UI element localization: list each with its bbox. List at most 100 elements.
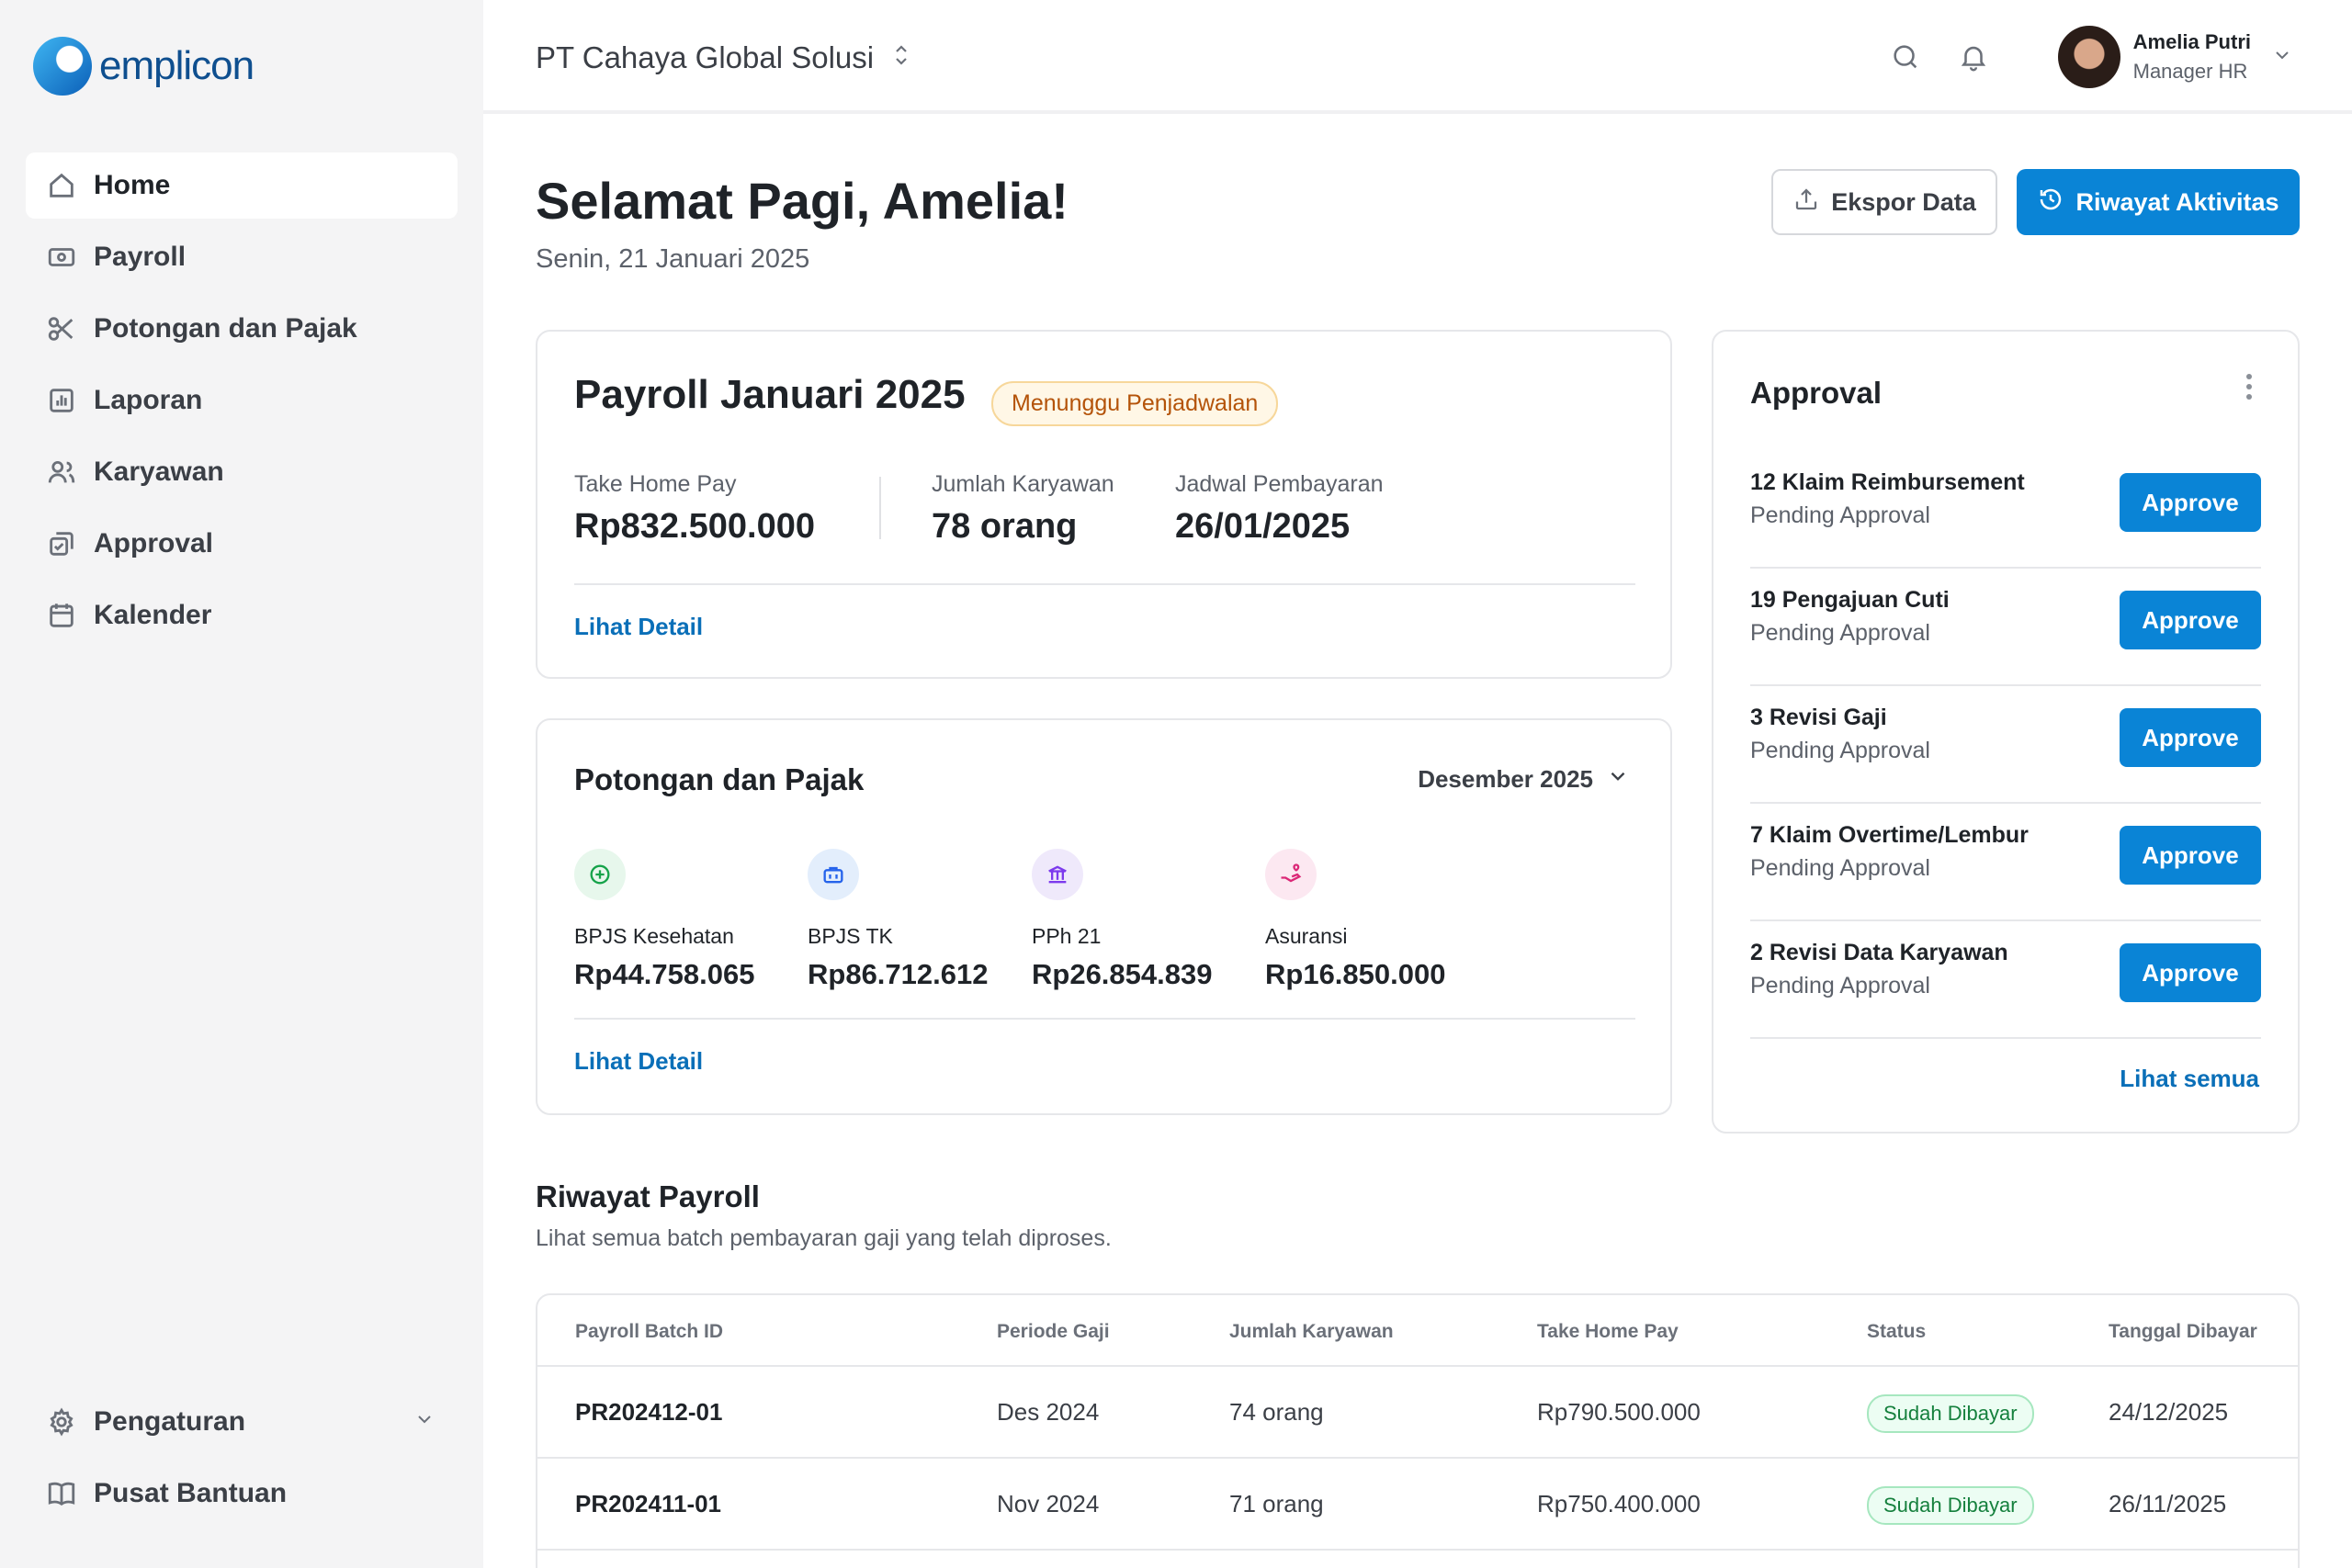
- chevron-down-icon[interactable]: [2271, 44, 2293, 71]
- tax-item-bpjs-kesehatan: BPJS Kesehatan Rp44.758.065: [574, 849, 754, 991]
- approve-button[interactable]: Approve: [2120, 473, 2261, 532]
- cell-batch-id: PR202412-01: [575, 1398, 723, 1426]
- page-title: Selamat Pagi, Amelia!: [536, 172, 1069, 230]
- column-header: Payroll Batch ID: [575, 1321, 724, 1342]
- cell-take-home-pay: Rp790.500.000: [1537, 1398, 1701, 1426]
- sidebar-bottom-nav: Pengaturan Pusat Bantuan: [26, 1389, 458, 1532]
- bell-icon[interactable]: [1953, 37, 1994, 77]
- sidebar-item-payroll[interactable]: Payroll: [26, 224, 458, 290]
- table-row[interactable]: PR202411-01 Nov 2024 71 orang Rp750.400.…: [537, 1457, 2298, 1549]
- approve-button[interactable]: Approve: [2120, 591, 2261, 649]
- card-divider: [574, 1018, 1635, 1020]
- search-icon[interactable]: [1885, 37, 1926, 77]
- approval-item-title: 12 Klaim Reimbursement: [1750, 469, 2025, 495]
- approval-item-status: Pending Approval: [1750, 973, 1930, 998]
- activity-history-label: Riwayat Aktivitas: [2075, 187, 2279, 216]
- stat-value: 26/01/2025: [1175, 507, 1351, 546]
- more-vertical-icon[interactable]: [2245, 372, 2254, 406]
- tax-item-pph-21: PPh 21 Rp26.854.839: [1032, 849, 1212, 991]
- approval-item: 7 Klaim Overtime/Lembur Pending Approval…: [1750, 804, 2261, 921]
- brand-name: emplicon: [99, 43, 254, 88]
- see-all-approvals-link[interactable]: Lihat semua: [2120, 1065, 2259, 1093]
- sidebar: emplicon Home Payroll Potongan dan Pajak…: [0, 0, 483, 1568]
- brand-logo[interactable]: emplicon: [33, 37, 254, 96]
- tax-value: Rp16.850.000: [1265, 958, 1446, 990]
- cell-take-home-pay: Rp750.400.000: [1537, 1490, 1701, 1517]
- stat-jumlah-karyawan: Jumlah Karyawan 78 orang: [932, 471, 1114, 547]
- sidebar-item-label: Home: [94, 170, 171, 200]
- approval-item: 19 Pengajuan Cuti Pending Approval Appro…: [1750, 569, 2261, 686]
- insurance-icon: [1265, 849, 1317, 900]
- scissors-icon: [46, 313, 77, 344]
- sidebar-item-label: Payroll: [94, 242, 187, 272]
- chevron-updown-icon: [874, 40, 912, 75]
- stat-label: Jadwal Pembayaran: [1175, 471, 1384, 497]
- company-name: PT Cahaya Global Solusi: [536, 40, 875, 74]
- book-icon: [46, 1478, 77, 1509]
- cell-paid-date: 24/12/2025: [2109, 1398, 2229, 1426]
- sidebar-item-label: Pusat Bantuan: [94, 1478, 288, 1508]
- tax-value: Rp26.854.839: [1032, 958, 1213, 990]
- approval-item: 3 Revisi Gaji Pending Approval Approve: [1750, 686, 2261, 804]
- sidebar-item-pusat-bantuan[interactable]: Pusat Bantuan: [26, 1461, 458, 1527]
- chevron-down-icon: [413, 1406, 435, 1438]
- sidebar-item-potongan-pajak[interactable]: Potongan dan Pajak: [26, 296, 458, 362]
- sidebar-item-karyawan[interactable]: Karyawan: [26, 439, 458, 505]
- activity-history-button[interactable]: Riwayat Aktivitas: [2017, 169, 2300, 235]
- approval-item-status: Pending Approval: [1750, 855, 1930, 881]
- chevron-down-icon: [1606, 764, 1630, 795]
- user-info[interactable]: Amelia Putri Manager HR: [2133, 30, 2251, 84]
- briefcase-icon: [808, 849, 859, 900]
- sidebar-item-label: Karyawan: [94, 457, 224, 487]
- approve-button[interactable]: Approve: [2120, 708, 2261, 767]
- pajak-detail-link[interactable]: Lihat Detail: [574, 1047, 703, 1076]
- table-row[interactable]: PR202412-01 Des 2024 74 orang Rp790.500.…: [537, 1365, 2298, 1457]
- cell-paid-date: 26/11/2025: [2109, 1490, 2227, 1517]
- column-header: Status: [1867, 1321, 1927, 1342]
- cell-period: Des 2024: [997, 1398, 1100, 1426]
- sidebar-item-kalender[interactable]: Kalender: [26, 582, 458, 649]
- payroll-history-table: Payroll Batch ID Periode Gaji Jumlah Kar…: [536, 1293, 2300, 1568]
- period-select[interactable]: Desember 2025: [1418, 764, 1630, 795]
- column-header: Jumlah Karyawan: [1229, 1321, 1394, 1342]
- sidebar-item-label: Kalender: [94, 600, 212, 630]
- sidebar-item-pengaturan[interactable]: Pengaturan: [26, 1389, 458, 1455]
- payroll-detail-link[interactable]: Lihat Detail: [574, 613, 703, 641]
- payroll-card: Payroll Januari 2025 Menunggu Penjadwala…: [536, 330, 1672, 679]
- column-header: Tanggal Dibayar: [2109, 1321, 2257, 1342]
- avatar[interactable]: [2057, 26, 2120, 88]
- approval-item-title: 7 Klaim Overtime/Lembur: [1750, 822, 2029, 848]
- user-role: Manager HR: [2132, 60, 2248, 83]
- current-date: Senin, 21 Januari 2025: [536, 244, 810, 274]
- approve-button[interactable]: Approve: [2120, 826, 2261, 885]
- approval-item-title: 19 Pengajuan Cuti: [1750, 587, 1950, 613]
- history-title: Riwayat Payroll: [536, 1179, 760, 1213]
- approval-card: Approval 12 Klaim Reimbursement Pending …: [1712, 330, 2300, 1134]
- stat-value: 78 orang: [932, 507, 1078, 546]
- topbar: PT Cahaya Global Solusi Amelia Putri Man…: [483, 0, 2352, 114]
- tax-item-asuransi: Asuransi Rp16.850.000: [1265, 849, 1445, 991]
- table-row[interactable]: [537, 1549, 2298, 1568]
- tax-label: PPh 21: [1032, 924, 1102, 948]
- payroll-card-title: Payroll Januari 2025: [574, 372, 966, 417]
- sidebar-item-approval[interactable]: Approval: [26, 511, 458, 577]
- approval-item-status: Pending Approval: [1750, 620, 1930, 646]
- approval-item: 2 Revisi Data Karyawan Pending Approval …: [1750, 921, 2261, 1039]
- export-data-button[interactable]: Ekspor Data: [1771, 169, 1997, 235]
- approve-button[interactable]: Approve: [2120, 943, 2261, 1002]
- potongan-pajak-card: Potongan dan Pajak Desember 2025 BPJS Ke…: [536, 718, 1672, 1115]
- chart-icon: [46, 385, 77, 416]
- approval-item-title: 2 Revisi Data Karyawan: [1750, 940, 2008, 965]
- stat-value: Rp832.500.000: [574, 507, 815, 546]
- company-switcher[interactable]: PT Cahaya Global Solusi: [536, 40, 912, 75]
- export-data-label: Ekspor Data: [1831, 187, 1976, 216]
- sidebar-item-label: Laporan: [94, 385, 203, 415]
- approval-item-status: Pending Approval: [1750, 738, 1930, 763]
- approval-item-status: Pending Approval: [1750, 502, 1930, 528]
- sidebar-item-laporan[interactable]: Laporan: [26, 367, 458, 434]
- status-badge: Sudah Dibayar: [1867, 1486, 2034, 1525]
- sidebar-item-label: Pengaturan: [94, 1406, 246, 1437]
- stat-label: Jumlah Karyawan: [932, 471, 1114, 497]
- sidebar-item-home[interactable]: Home: [26, 152, 458, 219]
- cell-employee-count: 74 orang: [1229, 1398, 1324, 1426]
